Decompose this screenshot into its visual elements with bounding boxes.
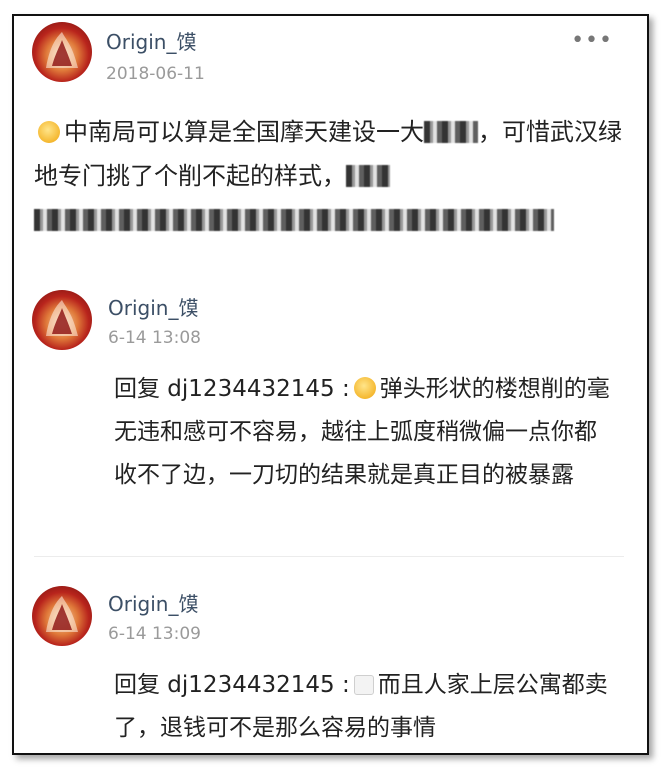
reply-time: 6-14 13:08 <box>108 328 201 348</box>
comment-thread-panel: Origin_馍 2018-06-11 ••• 中南局可以算是全国摩天建设一大，… <box>12 14 649 755</box>
more-options-icon[interactable]: ••• <box>571 28 613 53</box>
redacted-text-line <box>34 209 554 231</box>
shush-emoji-icon <box>353 377 376 399</box>
reply-prefix[interactable]: 回复 dj1234432145 : <box>114 672 350 698</box>
post-date: 2018-06-11 <box>106 64 205 84</box>
divider <box>34 556 624 557</box>
post-body: 中南局可以算是全国摩天建设一大 ，可惜武汉绿地专门挑了个削不起的样式， <box>34 110 634 242</box>
reply-prefix[interactable]: 回复 dj1234432145 : <box>114 376 350 402</box>
thinking-emoji-icon <box>38 121 60 143</box>
reply-author-name[interactable]: Origin_馍 <box>108 588 198 617</box>
avatar[interactable] <box>32 22 92 82</box>
reply-body: 回复 dj1234432145 : 弹头形状的楼想削的毫无违和感可不容易，越往上弧… <box>114 368 614 497</box>
post-author-name[interactable]: Origin_馍 <box>106 26 196 55</box>
reply-body: 回复 dj1234432145 : 而且人家上层公寓都卖了，退钱可不是那么容易的事… <box>114 664 614 750</box>
avatar-image <box>46 32 78 68</box>
post-text-part-a: 中南局可以算是全国摩天建设一大 <box>64 118 424 146</box>
reply-time: 6-14 13:09 <box>108 624 201 644</box>
avatar[interactable] <box>32 290 92 350</box>
redacted-text <box>346 165 390 187</box>
avatar[interactable] <box>32 586 92 646</box>
avatar-image <box>46 596 78 632</box>
reply-author-name[interactable]: Origin_馍 <box>108 292 198 321</box>
avatar-image <box>46 300 78 336</box>
tea-cup-emoji-icon <box>353 675 374 695</box>
redacted-text <box>424 121 478 143</box>
